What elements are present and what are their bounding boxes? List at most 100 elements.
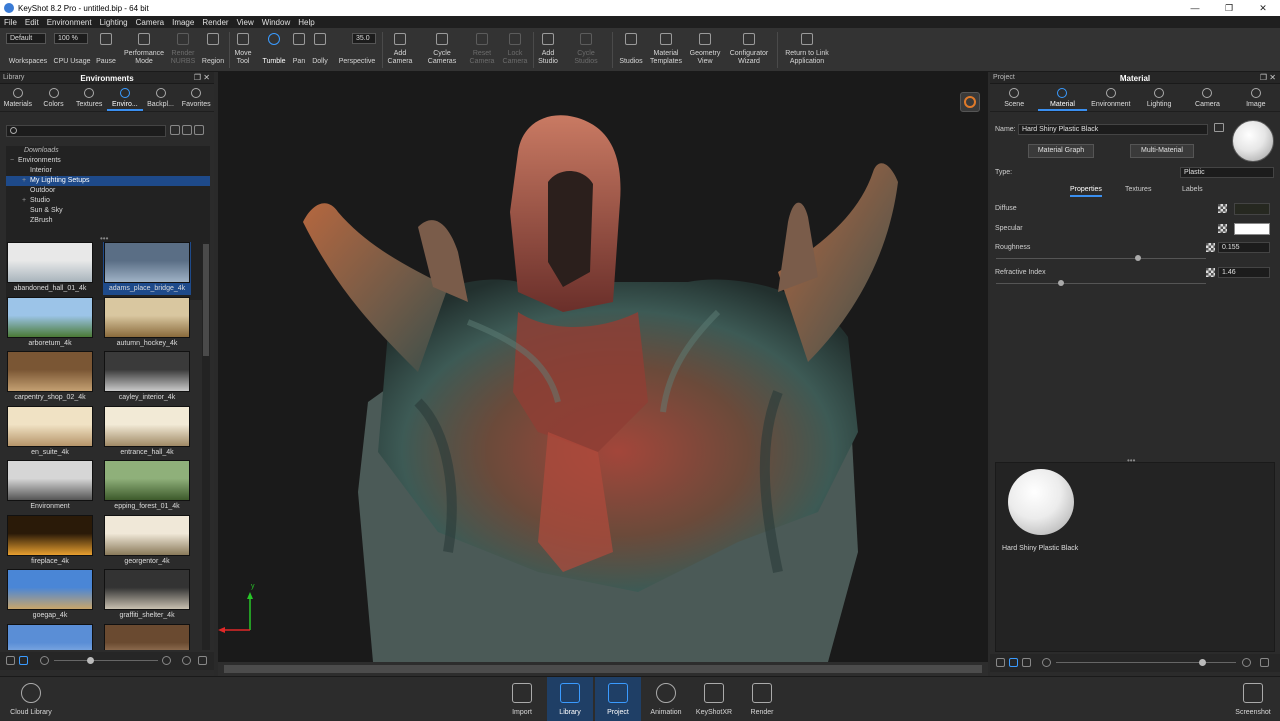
tab-textures[interactable]: Textures [71,84,107,111]
expand-icon[interactable]: + [22,176,30,186]
pause-button[interactable]: Pause [94,28,118,72]
viewport-scroll-thumb[interactable] [224,665,982,673]
roughness-texture-icon[interactable] [1206,243,1215,252]
environment-thumbnail[interactable]: cayley_interior_4k [103,351,191,404]
geometry-view-button[interactable]: Geometry View [687,28,723,72]
environment-thumbnail[interactable]: goegap_4k [6,569,94,622]
tab-favorites[interactable]: Favorites [178,84,214,111]
tab-scene[interactable]: Scene [990,84,1038,111]
cpu-usage-button[interactable]: CPU Usage [52,28,92,72]
tab-lighting[interactable]: Lighting [1135,84,1183,111]
environment-thumbnail[interactable]: carpentry_shop_02_4k [6,351,94,404]
reset-camera-button[interactable]: Reset Camera [466,28,498,72]
menu-render[interactable]: Render [198,18,232,27]
tree-item[interactable]: + My Lighting Setups [6,176,210,186]
render-nurbs-button[interactable]: Render NURBS [168,28,198,72]
dock-render-button[interactable]: Render [739,677,785,721]
move-tool-button[interactable]: Move Tool [231,28,255,72]
dock-library-button[interactable]: Library [547,677,593,721]
menu-camera[interactable]: Camera [132,18,168,27]
subtab-properties[interactable]: Properties [1070,186,1102,197]
scrollbar-thumb[interactable] [203,244,209,356]
dock-import-button[interactable]: Import [499,677,545,721]
thumbnail-scrollbar[interactable] [202,242,210,650]
folder-add-icon[interactable] [170,125,180,135]
environment-thumbnail[interactable]: epping_forest_01_4k [103,460,191,513]
add-camera-button[interactable]: Add Camera [384,28,416,72]
subtab-textures[interactable]: Textures [1125,186,1151,193]
environment-thumbnail[interactable]: autumn_hockey_4k [103,296,191,350]
environment-thumbnail[interactable] [103,623,191,650]
tree-item[interactable]: − Environments [6,156,210,166]
dock-project-button[interactable]: Project [595,677,641,721]
cycle-cameras-button[interactable]: Cycle Cameras [424,28,460,72]
tab-image[interactable]: Image [1232,84,1280,111]
tab-material[interactable]: Material [1038,84,1087,111]
tree-item[interactable]: Outdoor [6,186,210,196]
tumble-button[interactable]: Tumble [259,28,289,72]
tab-materials[interactable]: Materials [0,84,36,111]
region-button[interactable]: Region [200,28,226,72]
tab-backplates[interactable]: Backpl... [143,84,179,111]
environment-thumbnail[interactable] [6,623,94,650]
tab-colors[interactable]: Colors [36,84,72,111]
return-to-link-button[interactable]: Return to Link Application [779,28,835,72]
roughness-slider[interactable] [996,258,1206,259]
zoom-out-icon[interactable] [40,656,49,665]
refractive-texture-icon[interactable] [1206,268,1215,277]
performance-mode-button[interactable]: Performance Mode [121,28,167,72]
menu-view[interactable]: View [233,18,258,27]
viewport-scrollbar[interactable] [218,662,988,676]
tab-environment[interactable]: Environment [1087,84,1135,111]
menu-window[interactable]: Window [258,18,294,27]
menu-lighting[interactable]: Lighting [96,18,132,27]
specular-color-swatch[interactable] [1234,223,1270,235]
expand-icon[interactable]: + [22,196,30,206]
dock-animation-button[interactable]: Animation [643,677,689,721]
configurator-wizard-button[interactable]: Configurator Wizard [726,28,772,72]
maximize-button[interactable]: ❐ [1212,0,1246,16]
refractive-index-input[interactable]: 1.46 [1218,267,1270,278]
subtab-labels[interactable]: Labels [1182,186,1203,193]
pan-button[interactable]: Pan [289,28,309,72]
folder-icon[interactable] [182,125,192,135]
tree-item[interactable]: Interior [6,166,210,176]
cycle-studios-button[interactable]: Cycle Studios [568,28,604,72]
perspective-button[interactable]: Perspective [335,28,379,72]
environment-thumbnail[interactable]: Environment [6,460,94,513]
dock-keyshotxr-button[interactable]: KeyShotXR [691,677,737,721]
refresh-icon[interactable] [194,125,204,135]
environment-thumbnail[interactable]: georgentor_4k [103,514,191,568]
tree-item[interactable]: Downloads [6,146,210,156]
tab-environments[interactable]: Enviro... [107,84,143,111]
grid-view-icon[interactable] [19,656,28,665]
tree-item[interactable]: + Studio [6,196,210,206]
roughness-input[interactable]: 0.155 [1218,242,1270,253]
menu-file[interactable]: File [0,18,21,27]
grid-view-icon[interactable] [1009,658,1018,667]
tab-camera[interactable]: Camera [1183,84,1231,111]
thumbnail-size-slider[interactable] [54,660,158,661]
tree-item[interactable]: ZBrush [6,216,210,226]
upload-icon[interactable] [182,656,191,665]
panel-close-icon[interactable]: ❐ ✕ [194,73,210,82]
diffuse-texture-icon[interactable] [1218,204,1227,213]
close-button[interactable]: ✕ [1246,0,1280,16]
library-search-input[interactable] [6,125,166,137]
roughness-slider-knob[interactable] [1135,255,1141,261]
sort-icon[interactable] [1022,658,1031,667]
render-viewport[interactable]: y [218,72,988,662]
zoom-in-icon[interactable] [1242,658,1251,667]
environment-thumbnail[interactable]: fireplace_4k [6,514,94,568]
list-view-icon[interactable] [6,656,15,665]
tree-item[interactable]: Sun & Sky [6,206,210,216]
workspaces-button[interactable]: Workspaces [6,28,50,72]
specular-texture-icon[interactable] [1218,224,1227,233]
menu-edit[interactable]: Edit [21,18,43,27]
material-graph-button[interactable]: Material Graph [1028,144,1094,158]
lock-camera-button[interactable]: Lock Camera [499,28,531,72]
zoom-out-icon[interactable] [1042,658,1051,667]
panel-close-icon[interactable]: ❐ ✕ [1260,73,1276,82]
refractive-slider-knob[interactable] [1058,280,1064,286]
studios-button[interactable]: Studios [616,28,646,72]
